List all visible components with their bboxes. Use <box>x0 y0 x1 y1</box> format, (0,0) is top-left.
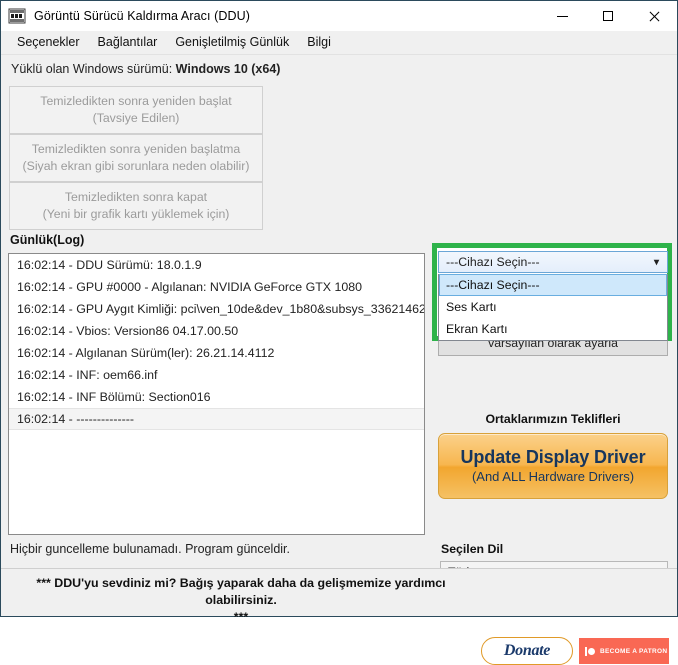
clean-and-restart-label-line1: Temizledikten sonra yeniden başlat <box>40 94 232 108</box>
device-option-display-card[interactable]: Ekran Kartı <box>439 318 667 340</box>
clean-and-shutdown-button[interactable]: Temizledikten sonra kapat (Yeni bir graf… <box>9 182 263 230</box>
donate-button-label: Donate <box>503 642 551 659</box>
device-option-sound-card[interactable]: Ses Kartı <box>439 296 667 318</box>
minimize-button[interactable] <box>539 1 585 31</box>
chevron-down-icon: ▾ <box>653 257 659 268</box>
clean-no-restart-label-line1: Temizledikten sonra yeniden başlatma <box>31 142 241 156</box>
device-select-combobox[interactable]: ---Cihazı Seçin--- ▾ <box>438 251 668 273</box>
log-line[interactable]: 16:02:14 - DDU Sürümü: 18.0.1.9 <box>9 254 424 276</box>
os-version-value: Windows 10 (x64) <box>175 62 281 76</box>
donation-message-line1: *** DDU'yu sevdiniz mi? Bağış yaparak da… <box>36 576 446 607</box>
patron-button-label: BECOME A PATRON <box>600 647 668 655</box>
log-line-selected[interactable]: 16:02:14 - -------------- <box>9 408 424 430</box>
os-version-line: Yüklü olan Windows sürümü: Windows 10 (x… <box>11 62 280 76</box>
ad-title: Update Display Driver <box>460 446 646 467</box>
update-status-text: Hiçbir guncelleme bulunamadı. Program gü… <box>10 542 291 556</box>
device-select-dropdown-list: ---Cihazı Seçin--- Ses Kartı Ekran Kartı <box>438 274 668 341</box>
patreon-icon <box>585 646 595 656</box>
window-title: Görüntü Sürücü Kaldırma Aracı (DDU) <box>34 9 251 23</box>
donation-message: *** DDU'yu sevdiniz mi? Bağış yaparak da… <box>8 575 474 626</box>
menu-bar: Seçenekler Bağlantılar Genişletilmiş Gün… <box>1 31 677 55</box>
clean-no-restart-button[interactable]: Temizledikten sonra yeniden başlatma (Si… <box>9 134 263 182</box>
device-option-select-device[interactable]: ---Cihazı Seçin--- <box>439 274 667 296</box>
clean-and-restart-label-line2: (Tavsiye Edilen) <box>92 111 180 125</box>
log-line[interactable]: 16:02:14 - INF Bölümü: Section016 <box>9 386 424 408</box>
client-area: Yüklü olan Windows sürümü: Windows 10 (x… <box>1 55 677 665</box>
clean-and-restart-button[interactable]: Temizledikten sonra yeniden başlat (Tavs… <box>9 86 263 134</box>
menu-item-secenekler[interactable]: Seçenekler <box>8 32 89 53</box>
menu-item-bilgi[interactable]: Bilgi <box>298 32 340 53</box>
clean-and-shutdown-label-line1: Temizledikten sonra kapat <box>64 190 208 204</box>
menu-item-genisletilmis-gunluk[interactable]: Genişletilmiş Günlük <box>166 32 298 53</box>
close-button[interactable] <box>631 1 677 31</box>
donate-button[interactable]: Donate <box>481 637 573 665</box>
ad-subtitle: (And ALL Hardware Drivers) <box>471 468 635 484</box>
minimize-icon <box>556 15 568 17</box>
donation-message-line2: *** <box>233 610 249 624</box>
log-line[interactable]: 16:02:14 - INF: oem66.inf <box>9 364 424 386</box>
ddu-app-icon <box>8 8 26 24</box>
log-line[interactable]: 16:02:14 - Algılanan Sürüm(ler): 26.21.1… <box>9 342 424 364</box>
update-display-driver-ad[interactable]: Update Display Driver (And ALL Hardware … <box>438 433 668 499</box>
log-list[interactable]: 16:02:14 - DDU Sürümü: 18.0.1.9 16:02:14… <box>8 253 425 535</box>
become-a-patron-button[interactable]: BECOME A PATRON <box>579 638 669 664</box>
log-line[interactable]: 16:02:14 - Vbios: Version86 04.17.00.50 <box>9 320 424 342</box>
title-bar: Görüntü Sürücü Kaldırma Aracı (DDU) <box>1 1 677 31</box>
clean-and-shutdown-label-line2: (Yeni bir grafik kartı yüklemek için) <box>42 207 230 221</box>
log-section-label: Günlük(Log) <box>10 233 85 247</box>
log-line[interactable]: 16:02:14 - GPU #0000 - Algılanan: NVIDIA… <box>9 276 424 298</box>
partners-offers-label: Ortaklarımızın Teklifleri <box>485 412 621 426</box>
menu-item-baglantilar[interactable]: Bağlantılar <box>89 32 167 53</box>
os-version-prefix: Yüklü olan Windows sürümü: <box>11 62 176 76</box>
log-line[interactable]: 16:02:14 - GPU Aygıt Kimliği: pci\ven_10… <box>9 298 424 320</box>
clean-no-restart-label-line2: (Siyah ekran gibi sorunlara neden olabil… <box>22 159 250 173</box>
donation-bar: *** DDU'yu sevdiniz mi? Bağış yaparak da… <box>1 568 677 624</box>
close-icon <box>648 10 660 22</box>
maximize-button[interactable] <box>585 1 631 31</box>
maximize-icon <box>603 11 613 21</box>
device-select-value: ---Cihazı Seçin--- <box>446 255 540 269</box>
language-label: Seçilen Dil <box>441 542 504 556</box>
application-window: Görüntü Sürücü Kaldırma Aracı (DDU) Seçe… <box>0 0 678 665</box>
window-controls <box>539 1 677 31</box>
